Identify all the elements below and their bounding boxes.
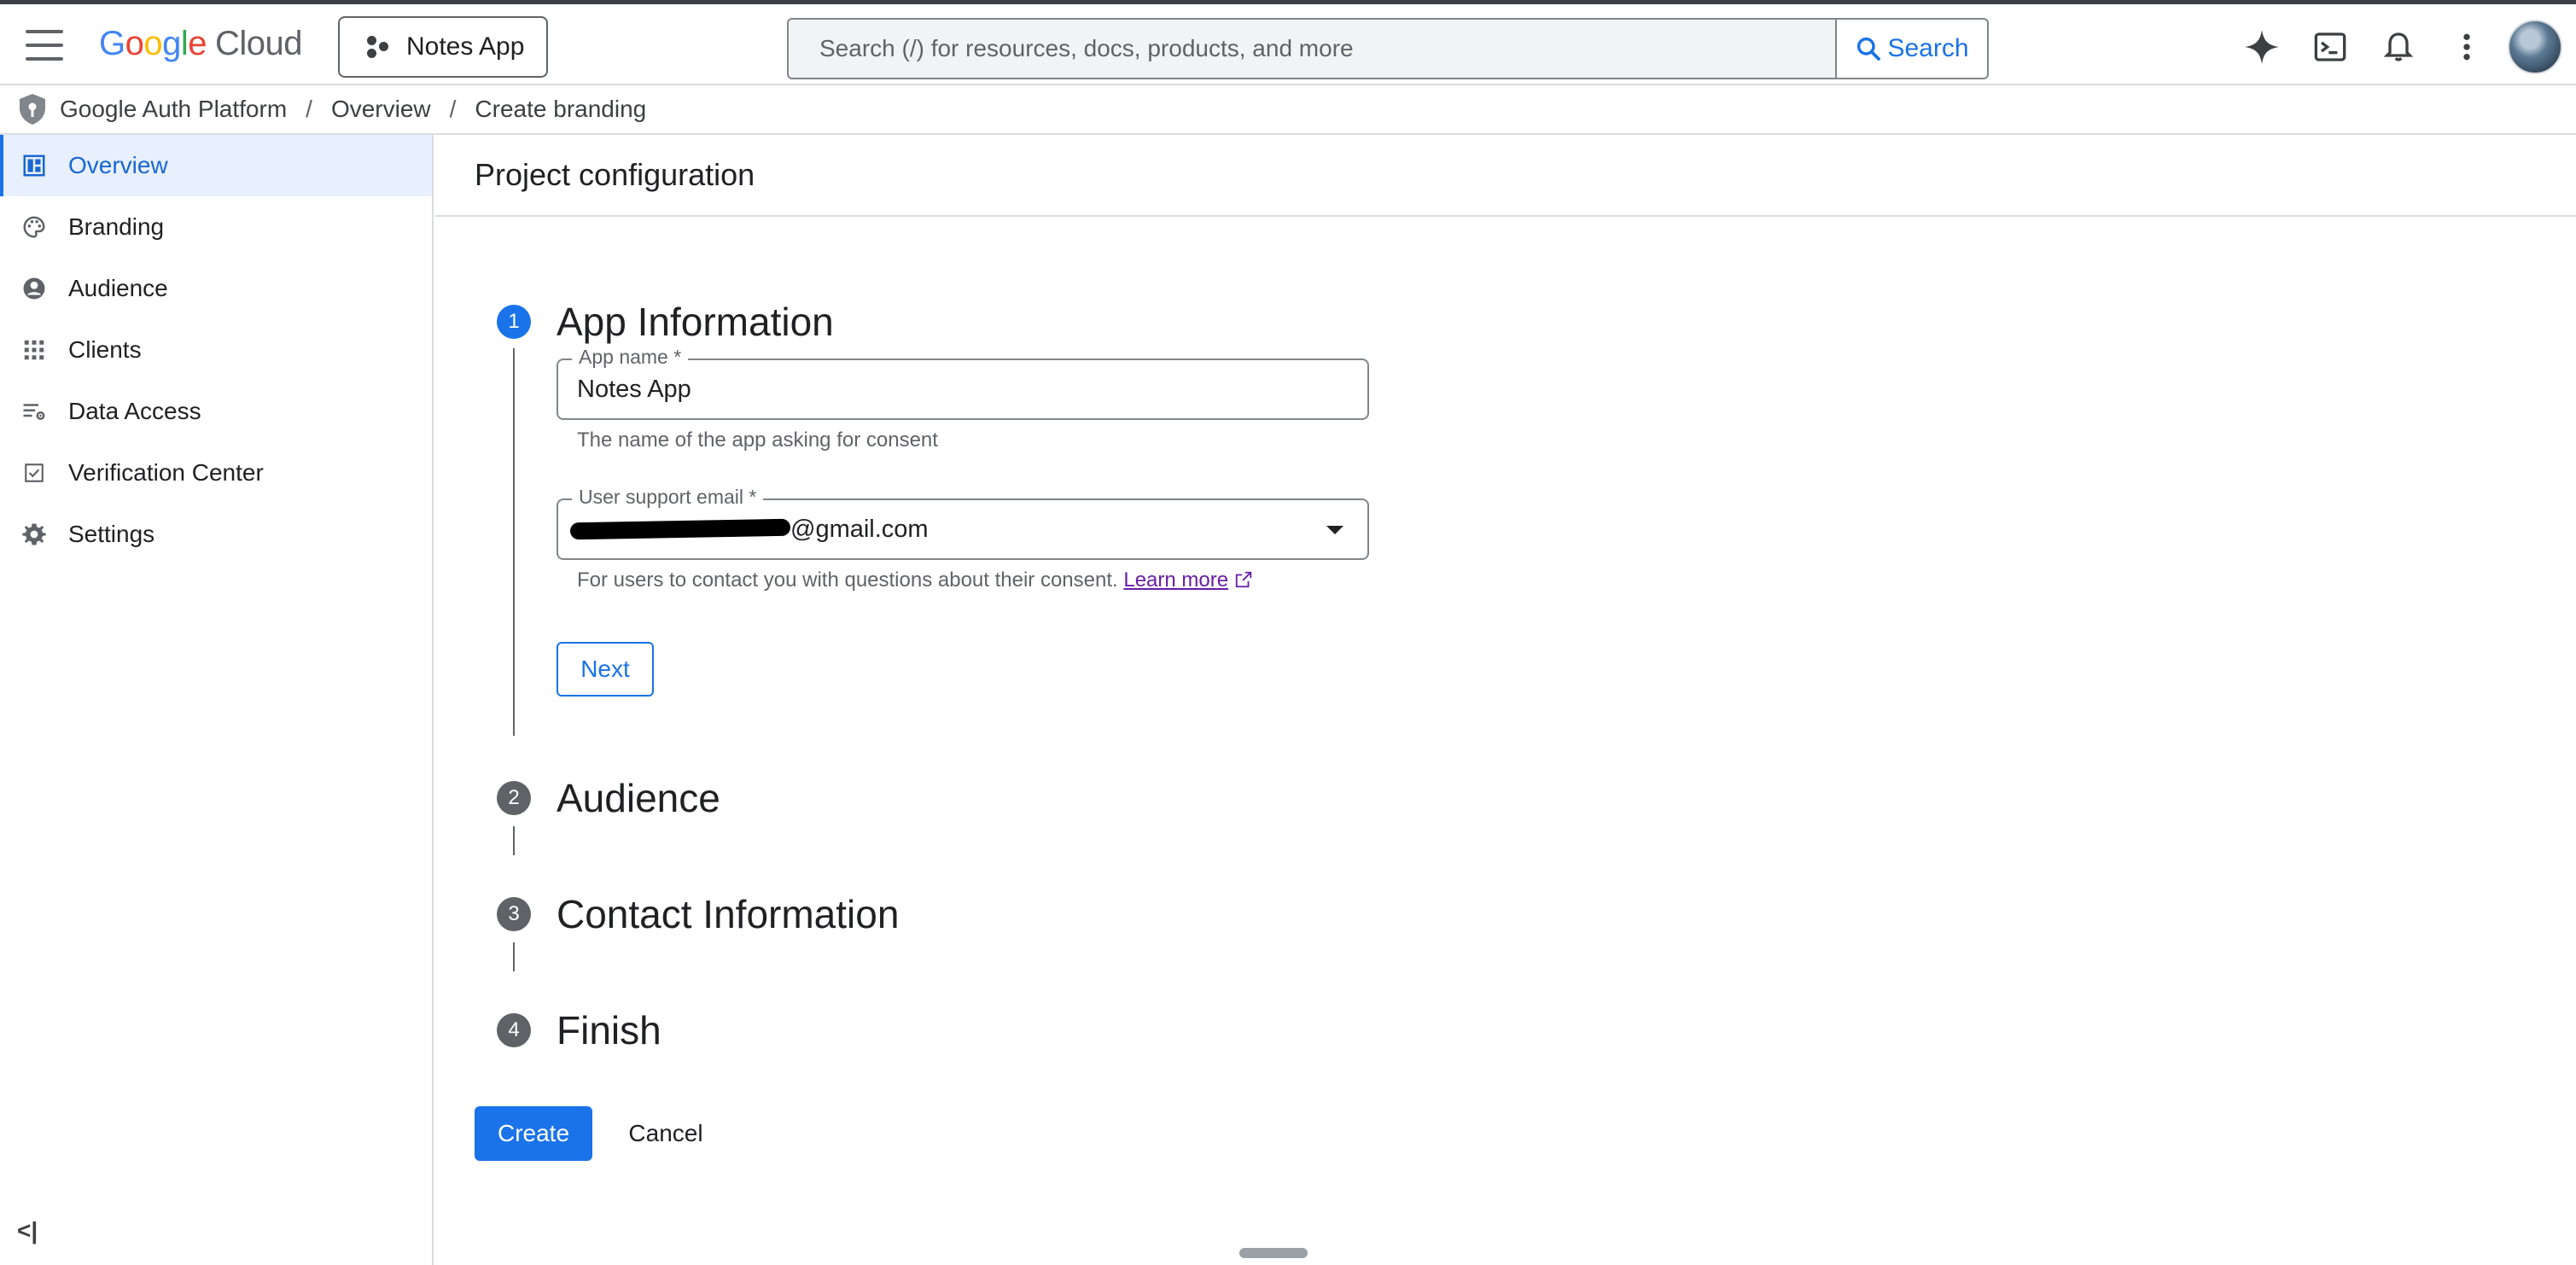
- step-title: App Information: [557, 300, 834, 344]
- logo-letter: o: [143, 25, 163, 62]
- sidebar-item-overview[interactable]: Overview: [0, 135, 432, 196]
- step-connector-line: [513, 942, 515, 971]
- redacted-mark: [569, 518, 791, 540]
- project-picker-button[interactable]: Notes App: [338, 16, 548, 78]
- step-title: Contact Information: [557, 892, 900, 936]
- cloud-shell-terminal-icon[interactable]: [2310, 26, 2351, 67]
- app-name-label: App name *: [572, 346, 689, 369]
- gear-icon: [19, 519, 50, 550]
- sidebar-item-label: Settings: [68, 521, 155, 547]
- notifications-bell-icon[interactable]: [2378, 26, 2419, 67]
- sidebar-item-verification-center[interactable]: Verification Center: [0, 442, 432, 504]
- sidebar-item-data-access[interactable]: Data Access: [0, 381, 432, 442]
- step-number: 4: [497, 1013, 531, 1047]
- breadcrumb-separator: /: [449, 96, 457, 122]
- sidebar-item-label: Clients: [68, 336, 142, 363]
- breadcrumb: Google Auth Platform / Overview / Create…: [0, 85, 2576, 135]
- scroll-handle[interactable]: [1239, 1248, 1308, 1258]
- main-content: Project configuration 1 App Information …: [435, 135, 2576, 1265]
- shield-icon: [20, 94, 45, 125]
- sidebar-item-label: Verification Center: [68, 459, 264, 486]
- project-name: Notes App: [406, 32, 525, 61]
- app-name-input[interactable]: Notes App: [577, 376, 691, 404]
- logo-letter: l: [180, 25, 189, 62]
- logo-letter: g: [162, 25, 181, 62]
- search-bar[interactable]: Search (/) for resources, docs, products…: [787, 18, 1989, 79]
- support-email-hint-text: For users to contact you with questions …: [577, 568, 1118, 592]
- app-name-field[interactable]: App name * Notes App: [557, 346, 1369, 420]
- logo-letter: G: [99, 25, 125, 62]
- create-button[interactable]: Create: [475, 1106, 592, 1161]
- dashboard-icon: [19, 150, 50, 181]
- verified-checkbox-icon: [19, 458, 50, 488]
- logo-letter: e: [188, 25, 207, 62]
- step-title: Audience: [557, 776, 720, 820]
- sidebar-item-branding[interactable]: Branding: [0, 196, 432, 258]
- account-avatar[interactable]: [2508, 20, 2562, 74]
- breadcrumb-item-create-branding: Create branding: [475, 96, 647, 122]
- more-options-icon[interactable]: [2446, 26, 2487, 67]
- account-circle-icon: [19, 273, 50, 304]
- search-button-label: Search: [1887, 34, 1969, 62]
- gemini-sparkle-icon[interactable]: [2241, 26, 2282, 67]
- sidebar-item-clients[interactable]: Clients: [0, 319, 432, 381]
- search-icon: [1857, 37, 1881, 61]
- sidebar-item-label: Overview: [68, 152, 168, 178]
- google-cloud-logo[interactable]: Google Cloud: [99, 25, 303, 63]
- support-email-hint: For users to contact you with questions …: [577, 568, 1253, 592]
- support-email-select[interactable]: User support email * @gmail.com: [557, 486, 1369, 560]
- step-number: 3: [497, 897, 531, 931]
- app-name-hint: The name of the app asking for consent: [577, 428, 938, 452]
- support-email-value: @gmail.com: [790, 515, 929, 543]
- step-contact-information[interactable]: 3 Contact Information: [497, 891, 899, 937]
- breadcrumb-item-auth-platform[interactable]: Google Auth Platform: [60, 96, 287, 123]
- step-audience[interactable]: 2 Audience: [497, 775, 720, 821]
- step-number: 2: [497, 781, 531, 815]
- palette-icon: [19, 212, 50, 242]
- logo-cloud-text: Cloud: [215, 25, 303, 62]
- logo-letter: o: [125, 25, 144, 62]
- breadcrumb-separator: /: [306, 96, 312, 122]
- step-connector-line: [513, 348, 515, 736]
- top-bar: Google Cloud Notes App Search (/) for res…: [0, 0, 2576, 85]
- sidebar: Overview Branding Audience Clients Data …: [0, 135, 434, 1265]
- sidebar-item-label: Data Access: [68, 398, 201, 424]
- step-title: Finish: [557, 1008, 661, 1052]
- project-icon: [365, 34, 391, 60]
- page-title: Project configuration: [435, 135, 2576, 217]
- cancel-button[interactable]: Cancel: [606, 1106, 726, 1161]
- next-button[interactable]: Next: [557, 642, 654, 697]
- step-connector-line: [513, 826, 515, 855]
- dropdown-arrow-icon[interactable]: [1326, 526, 1343, 534]
- logo-google-text: Google: [99, 25, 207, 62]
- step-finish[interactable]: 4 Finish: [497, 1007, 661, 1053]
- learn-more-link[interactable]: Learn more: [1123, 568, 1228, 592]
- sidebar-item-label: Branding: [68, 213, 165, 240]
- data-access-icon: [19, 396, 50, 427]
- apps-grid-icon: [19, 335, 50, 365]
- sidebar-item-label: Audience: [68, 275, 168, 301]
- search-button[interactable]: Search: [1835, 20, 1987, 78]
- breadcrumb-item-overview[interactable]: Overview: [331, 96, 431, 123]
- hamburger-menu-icon[interactable]: [26, 30, 63, 61]
- support-email-label: User support email *: [572, 486, 764, 509]
- step-number: 1: [497, 305, 531, 339]
- collapse-sidebar-icon[interactable]: <|: [17, 1217, 38, 1245]
- external-link-icon[interactable]: [1234, 570, 1253, 589]
- step-app-information[interactable]: 1 App Information: [497, 299, 834, 345]
- search-input[interactable]: Search (/) for resources, docs, products…: [789, 20, 1835, 78]
- sidebar-item-audience[interactable]: Audience: [0, 258, 432, 319]
- sidebar-item-settings[interactable]: Settings: [0, 504, 432, 565]
